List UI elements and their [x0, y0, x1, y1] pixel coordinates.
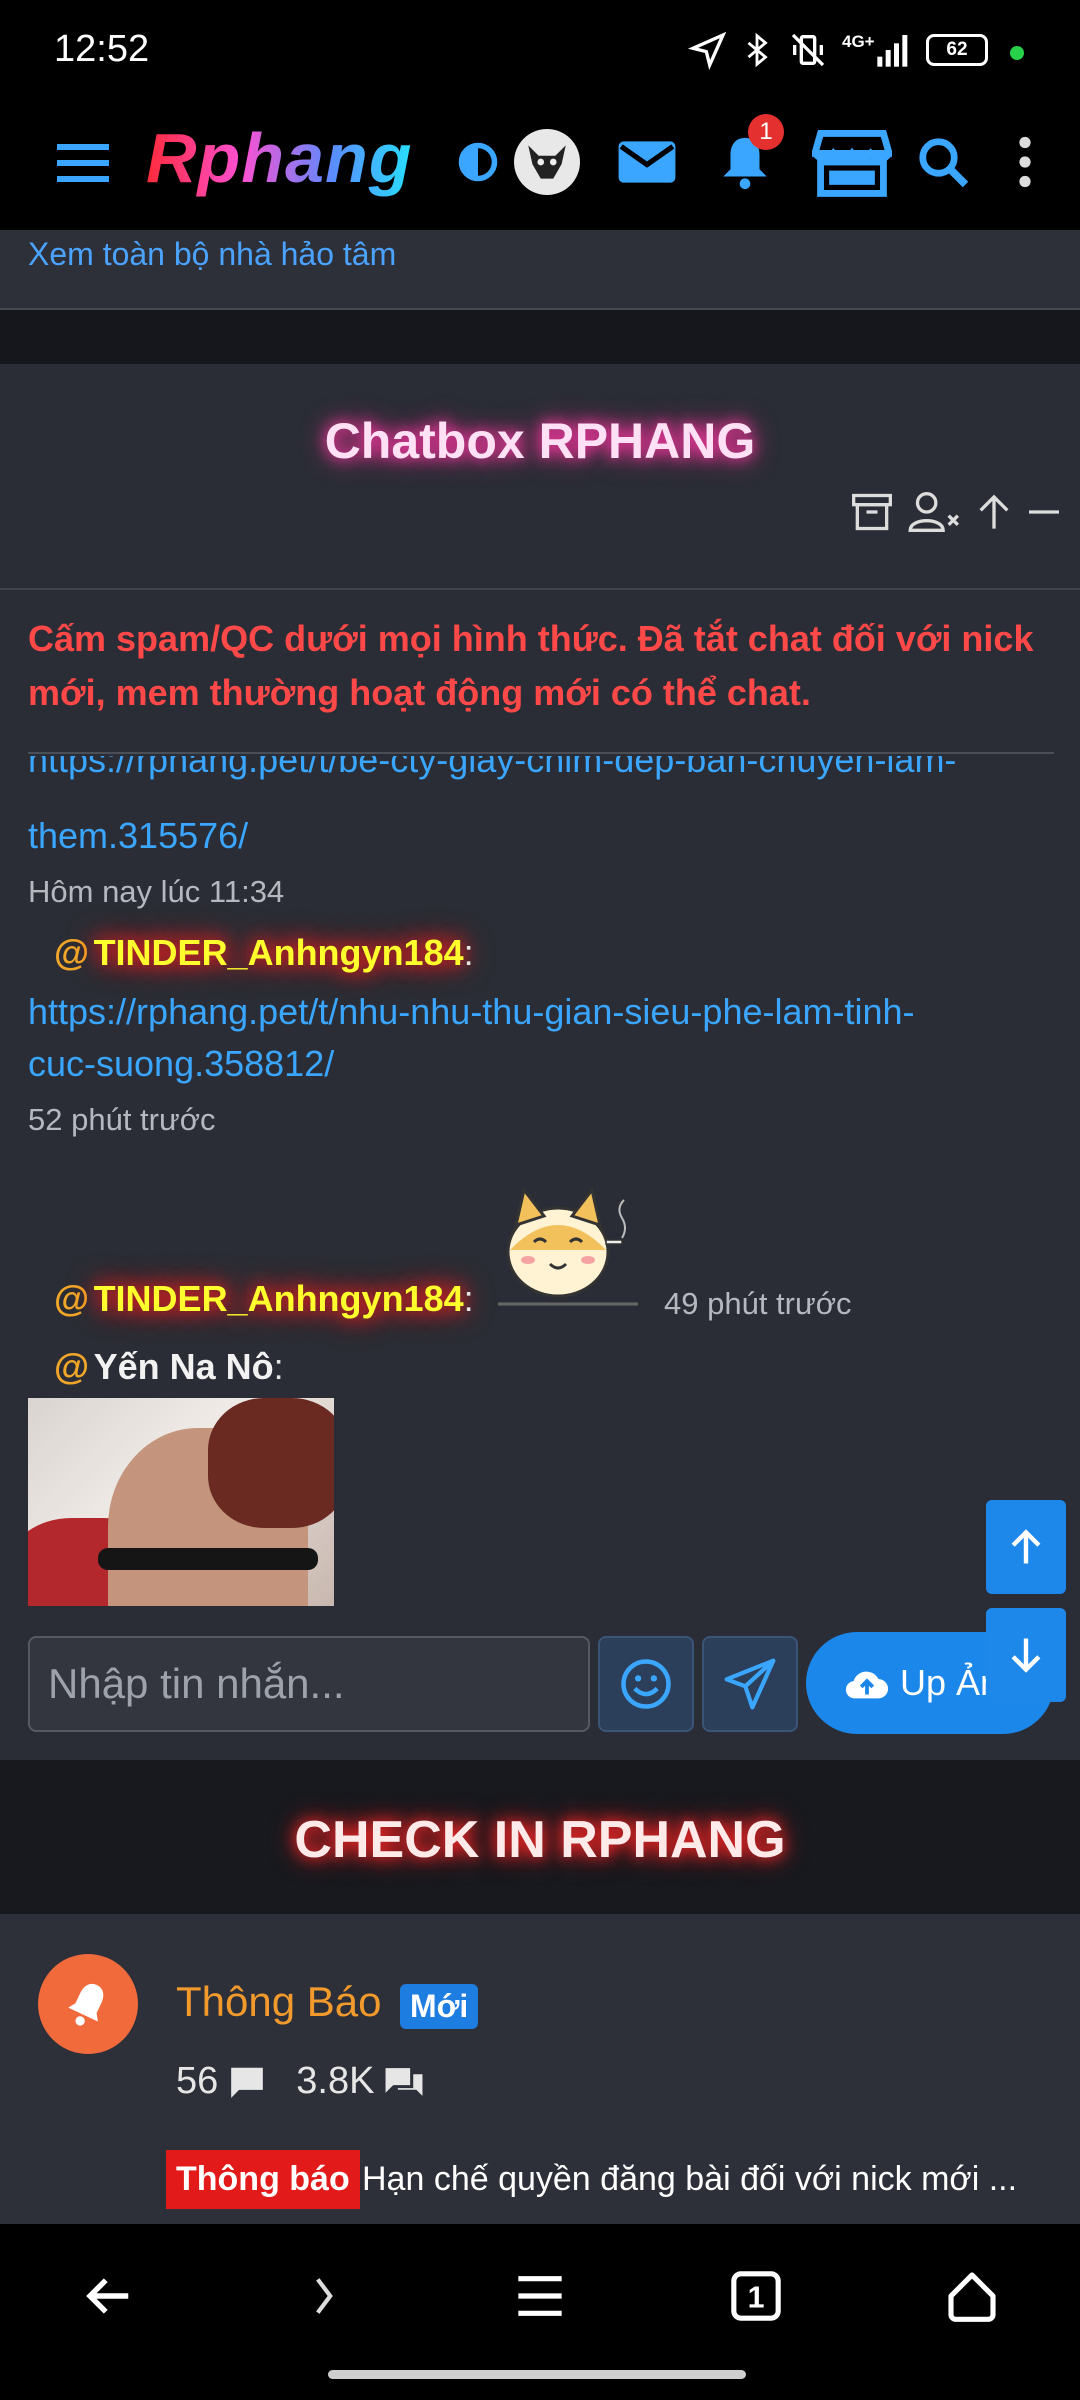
checkin-title: CHECK IN RPHANG: [294, 1811, 786, 1869]
divider: [28, 752, 1054, 754]
username[interactable]: TINDER_Anhngyn184: [94, 932, 464, 974]
mention-at: @: [54, 1278, 90, 1319]
theme-toggle-button[interactable]: [450, 94, 506, 230]
cloud-upload-icon: [845, 1671, 889, 1699]
status-bar: [0, 0, 1080, 94]
chat-message: @ TINDER_Anhngyn184:: [54, 932, 474, 974]
network-type: 4G+: [842, 32, 875, 51]
message-link[interactable]: https://rphang.pet/t/be-cty-giay-chim-de…: [28, 756, 956, 786]
emoji-button[interactable]: [598, 1636, 694, 1732]
back-arrow-icon: [86, 2278, 129, 2314]
message-photo[interactable]: [28, 1398, 334, 1606]
site-logo[interactable]: Rphang: [146, 118, 413, 198]
minimize-icon[interactable]: [1026, 490, 1062, 534]
search-icon: [919, 138, 969, 188]
signal-icon: [877, 35, 908, 67]
store-icon: [812, 130, 892, 197]
scroll-bottom-button[interactable]: [986, 1608, 1066, 1702]
battery-level: 62: [946, 39, 968, 60]
message-link[interactable]: them.315576/: [28, 810, 248, 862]
mention-at: @: [54, 1346, 90, 1387]
notification-badge: 1: [748, 114, 784, 150]
more-options-button[interactable]: [1000, 94, 1050, 230]
hamburger-icon: [57, 144, 109, 182]
gesture-home-indicator: [328, 2370, 746, 2379]
arrow-up-icon: [1011, 1529, 1041, 1564]
post-count: 3.8K: [296, 2060, 375, 2102]
message-time: 49 phút trước: [664, 1286, 852, 1321]
new-badge: Mới: [400, 1984, 479, 2029]
avatar-image: [514, 129, 580, 195]
contrast-icon: [458, 142, 498, 182]
dog-smoking-sticker: [498, 1186, 638, 1306]
comments-icon: [385, 2067, 423, 2096]
menu-button[interactable]: [40, 94, 126, 230]
section-gap: [0, 310, 1080, 364]
home-icon: [948, 2272, 996, 2322]
bell-icon: [68, 1983, 104, 2026]
chat-rules-notice: Cấm spam/QC dưới mọi hình thức. Đã tắt c…: [28, 618, 1034, 713]
forum-icon: [38, 1954, 138, 2054]
status-time: 12:52: [54, 28, 150, 70]
arrow-down-icon: [1011, 1638, 1041, 1673]
chat-message: @ Yến Na Nô:: [54, 1346, 284, 1388]
mail-icon: [618, 141, 676, 183]
separator: :: [273, 1346, 284, 1387]
message-time: 52 phút trước: [28, 1102, 216, 1137]
message-link[interactable]: https://rphang.pet/t/nhu-nhu-thu-gian-si…: [28, 986, 915, 1038]
menu-lines-icon: [518, 2276, 562, 2316]
forum-stats: 56 3.8K: [176, 2060, 424, 2103]
more-vert-icon: [1019, 136, 1031, 188]
mute-vibrate-icon: [791, 33, 825, 67]
active-dot: [1010, 46, 1024, 60]
tabs-count-icon: 1: [731, 2271, 781, 2321]
separator: :: [463, 932, 474, 973]
notice-prefix-tag: Thông báo: [166, 2150, 360, 2209]
photo-shape: [208, 1398, 334, 1528]
chatbox-title: Chatbox RPHANG: [324, 413, 756, 469]
search-button[interactable]: [908, 94, 978, 230]
battery-icon: 62: [926, 34, 988, 66]
location-icon: [688, 31, 727, 70]
back-button[interactable]: [60, 2256, 156, 2336]
view-all-donors-link[interactable]: Xem toàn bộ nhà hảo tâm: [28, 236, 396, 273]
user-block-icon[interactable]: [906, 490, 962, 534]
tabs-button[interactable]: 1: [708, 2256, 804, 2336]
thread-count: 56: [176, 2060, 219, 2102]
shop-button[interactable]: [808, 94, 896, 230]
send-button[interactable]: [702, 1636, 798, 1732]
user-avatar[interactable]: [512, 94, 582, 230]
send-icon: [724, 1658, 776, 1710]
chat-message: @ TINDER_Anhngyn184:: [54, 1278, 474, 1320]
latest-thread-title[interactable]: Hạn chế quyền đăng bài đối với nick mới …: [362, 2160, 1017, 2199]
separator: :: [463, 1278, 474, 1319]
message-time: Hôm nay lúc 11:34: [28, 874, 285, 909]
chatbox-toolbar: [850, 488, 1062, 536]
forward-button[interactable]: [276, 2256, 372, 2336]
username[interactable]: TINDER_Anhngyn184: [94, 1278, 464, 1320]
browser-menu-button[interactable]: [492, 2256, 588, 2336]
scroll-top-button[interactable]: [986, 1500, 1066, 1594]
chat-message-input[interactable]: [28, 1636, 590, 1732]
chevron-right-icon: [316, 2278, 333, 2314]
archive-icon[interactable]: [850, 490, 894, 534]
messages-button[interactable]: [612, 94, 682, 230]
comment-icon: [231, 2067, 264, 2098]
chat-message-list[interactable]: https://rphang.pet/t/be-cty-giay-chim-de…: [0, 756, 1080, 1606]
forum-title[interactable]: Thông Báo: [176, 1978, 382, 2026]
mention-at: @: [54, 932, 90, 973]
home-button[interactable]: [924, 2256, 1020, 2336]
demon-mask-icon: [528, 145, 566, 179]
arrow-up-icon[interactable]: [974, 490, 1014, 534]
divider: [0, 588, 1080, 590]
svg-text:1: 1: [748, 2282, 765, 2315]
message-link[interactable]: cuc-suong.358812/: [28, 1038, 334, 1090]
photo-shape: [98, 1548, 318, 1570]
username[interactable]: Yến Na Nô: [94, 1346, 274, 1388]
smiley-icon: [621, 1659, 671, 1709]
bluetooth-icon: [747, 32, 768, 68]
